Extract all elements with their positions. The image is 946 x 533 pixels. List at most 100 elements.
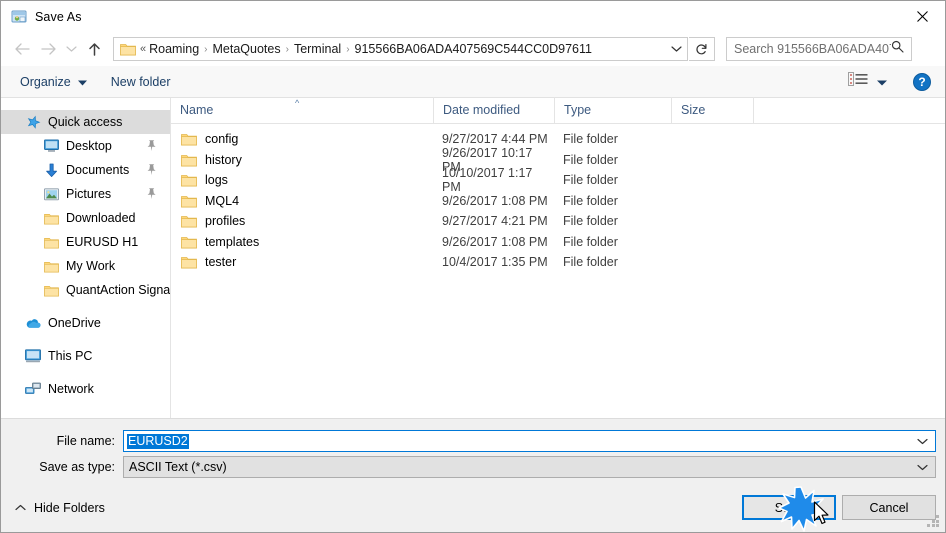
sidebar-item-downloaded[interactable]: Downloaded — [1, 206, 170, 230]
refresh-button[interactable] — [689, 37, 715, 61]
file-row-name: profiles — [171, 214, 433, 228]
sidebar-item-eurusd-h1[interactable]: EURUSD H1 — [1, 230, 170, 254]
column-header-size[interactable]: Size — [671, 97, 753, 123]
breadcrumb-terminal-id[interactable]: 915566BA06ADA407569C544CC0D97611 — [354, 42, 593, 56]
sidebar-item-desktop[interactable]: Desktop — [1, 134, 170, 158]
table-row[interactable]: tester 10/4/2017 1:35 PM File folder — [171, 252, 945, 273]
file-row-name: tester — [171, 255, 433, 269]
file-date-modified: 10/10/2017 1:17 PM — [442, 166, 533, 195]
file-type: File folder — [563, 255, 618, 270]
table-row[interactable]: MQL4 9/26/2017 1:08 PM File folder — [171, 191, 945, 212]
arrow-right-icon — [40, 43, 56, 55]
help-icon[interactable]: ? — [913, 72, 931, 91]
sidebar-item-onedrive[interactable]: OneDrive — [1, 311, 170, 335]
organize-button[interactable]: Organize — [13, 70, 94, 94]
cancel-button[interactable]: Cancel — [842, 495, 936, 520]
sidebar-item-pictures[interactable]: Pictures — [1, 182, 170, 206]
forward-button[interactable] — [35, 35, 61, 63]
table-row[interactable]: profiles 9/27/2017 4:21 PM File folder — [171, 211, 945, 232]
filename-value[interactable]: EURUSD2 — [127, 433, 189, 449]
organize-label: Organize — [20, 74, 71, 89]
search-input[interactable]: Search 915566BA06ADA40756... — [734, 42, 891, 56]
save-as-icon — [11, 9, 27, 25]
file-name-label: templates — [205, 234, 260, 249]
chevron-down-icon — [65, 46, 77, 52]
pin-icon[interactable] — [146, 139, 157, 152]
breadcrumb-separator[interactable]: › — [346, 44, 349, 55]
navigation-sidebar[interactable]: Quick access Desktop Documents Pictures Down… — [1, 98, 171, 418]
folder-icon — [181, 235, 197, 249]
folder-icon — [43, 258, 59, 274]
sidebar-item-label: QuantAction Signal — [66, 283, 171, 297]
chevron-down-icon[interactable] — [917, 431, 928, 451]
title-bar: Save As — [1, 1, 945, 32]
sidebar-item-label: Documents — [66, 163, 130, 177]
file-type: File folder — [563, 193, 618, 208]
caret-up-icon: ^ — [295, 98, 300, 108]
filetype-row: Save as type: ASCII Text (*.csv) — [1, 456, 945, 478]
column-header-name[interactable]: Name ^ — [171, 97, 433, 123]
new-folder-button[interactable]: New folder — [104, 70, 178, 94]
search-box[interactable]: Search 915566BA06ADA40756... — [726, 37, 912, 61]
file-row-name: config — [171, 132, 433, 146]
filetype-select[interactable]: ASCII Text (*.csv) — [123, 456, 936, 478]
file-name-label: MQL4 — [205, 193, 240, 208]
pin-icon[interactable] — [146, 187, 157, 200]
table-row[interactable]: logs 10/10/2017 1:17 PM File folder — [171, 166, 945, 194]
sidebar-item-my-work[interactable]: My Work — [1, 254, 170, 278]
filename-input[interactable]: EURUSD2 — [123, 430, 936, 452]
resize-grip-icon[interactable] — [927, 515, 940, 528]
caret-down-icon — [77, 75, 87, 89]
close-icon — [916, 10, 928, 22]
file-name-label: tester — [205, 255, 237, 270]
sidebar-item-this-pc[interactable]: This PC — [1, 344, 170, 368]
file-row-name: history — [171, 153, 433, 167]
hide-folders-label: Hide Folders — [34, 501, 105, 515]
pin-icon[interactable] — [146, 163, 157, 176]
save-button-label: Save — [774, 500, 804, 515]
breadcrumb-terminal[interactable]: Terminal — [293, 42, 342, 56]
file-list[interactable]: Name ^ Date modified Type Size config 9/2… — [171, 97, 945, 418]
window-title: Save As — [35, 9, 82, 24]
breadcrumb-roaming[interactable]: Roaming — [148, 42, 200, 56]
save-button[interactable]: Save — [742, 495, 836, 520]
breadcrumb-metaquotes[interactable]: MetaQuotes — [212, 42, 282, 56]
sidebar-item-quantaction-signal[interactable]: QuantAction Signal — [1, 278, 170, 302]
dialog-body: Quick access Desktop Documents Pictures Down… — [1, 97, 945, 418]
pictures-icon — [43, 186, 59, 202]
address-dropdown-button[interactable] — [665, 38, 687, 60]
column-header-type[interactable]: Type — [554, 97, 671, 123]
filetype-value: ASCII Text (*.csv) — [129, 460, 227, 474]
table-row[interactable]: config 9/27/2017 4:44 PM File folder — [171, 129, 945, 150]
sidebar-item-network[interactable]: Network — [1, 377, 170, 401]
address-overflow[interactable]: « — [140, 43, 146, 55]
back-button[interactable] — [9, 35, 35, 63]
folder-icon — [181, 255, 197, 269]
close-button[interactable] — [899, 1, 945, 31]
folder-icon — [43, 234, 59, 250]
change-view-button[interactable] — [844, 69, 891, 95]
sidebar-item-documents[interactable]: Documents — [1, 158, 170, 182]
caret-up-icon — [15, 503, 26, 514]
hide-folders-button[interactable]: Hide Folders — [15, 501, 105, 515]
sidebar-item-quick-access[interactable]: Quick access — [1, 110, 170, 134]
file-date-modified: 9/27/2017 4:21 PM — [442, 214, 548, 229]
recent-locations-button[interactable] — [61, 35, 81, 63]
chevron-down-icon[interactable] — [917, 457, 928, 477]
breadcrumb-separator[interactable]: › — [286, 44, 289, 55]
sidebar-item-label: Pictures — [66, 187, 112, 201]
folder-icon — [181, 194, 197, 208]
sidebar-item-label: Desktop — [66, 139, 112, 153]
table-row[interactable]: history 9/26/2017 10:17 PM File folder — [171, 146, 945, 174]
folder-icon — [181, 153, 197, 167]
breadcrumb-separator[interactable]: › — [204, 44, 207, 55]
sidebar-item-label: This PC — [48, 349, 93, 363]
up-button[interactable] — [81, 35, 107, 63]
column-header-type-label: Type — [564, 103, 592, 117]
file-name-label: config — [205, 132, 239, 147]
onedrive-icon — [25, 315, 41, 331]
address-bar[interactable]: « Roaming › MetaQuotes › Terminal › 9155… — [113, 37, 688, 61]
table-row[interactable]: templates 9/26/2017 1:08 PM File folder — [171, 232, 945, 253]
column-header-date-modified[interactable]: Date modified — [433, 97, 554, 123]
